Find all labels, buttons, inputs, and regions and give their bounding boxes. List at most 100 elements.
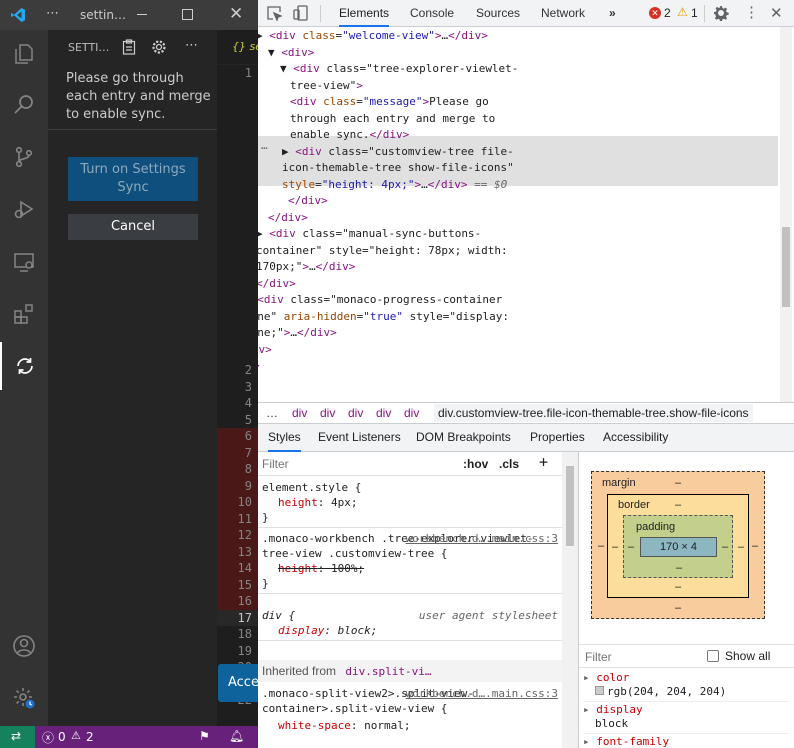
dom-node-line[interactable]: enable sync.</div> xyxy=(290,127,794,144)
dom-node-line[interactable]: done" aria-hidden="true" style="display: xyxy=(258,309,764,326)
remote-explorer-icon[interactable] xyxy=(0,238,48,286)
accounts-icon[interactable] xyxy=(0,622,48,670)
manage-gear-icon[interactable] xyxy=(0,674,48,722)
tab-elements[interactable]: Elements xyxy=(339,0,390,27)
devtools-warning-count[interactable]: 1 xyxy=(691,6,698,20)
expand-triangle-icon[interactable]: ▸ xyxy=(583,735,596,748)
dom-node-line[interactable]: </div> xyxy=(258,375,730,392)
error-icon[interactable]: ⓧ xyxy=(42,729,54,746)
content-box[interactable]: 170 × 4 xyxy=(640,537,717,557)
show-all-checkbox[interactable] xyxy=(707,650,719,662)
computed-filter-input[interactable] xyxy=(585,649,695,665)
node-ellipsis-icon[interactable]: … xyxy=(261,138,268,155)
dom-node-line[interactable]: ▶ <div class="customview-tree file- xyxy=(282,144,794,161)
show-all-label[interactable]: Show all xyxy=(725,649,770,663)
rule-property[interactable]: display: block; xyxy=(262,623,558,638)
breadcrumb-item[interactable]: div xyxy=(348,406,363,420)
hov-toggle[interactable]: :hov xyxy=(463,457,488,471)
subtab-event-listeners[interactable]: Event Listeners xyxy=(318,424,401,452)
sync-icon[interactable] xyxy=(0,342,48,390)
dom-node-line[interactable]: 170px;">…</div> xyxy=(258,259,776,276)
padding-box[interactable]: padding – – – 170 × 4 xyxy=(623,515,733,578)
remote-indicator[interactable]: ⇄ xyxy=(0,726,35,748)
dom-node-line[interactable]: style="height: 4px;">…</div> == $0 xyxy=(282,177,794,194)
more-icon[interactable]: ⋯ xyxy=(46,6,59,21)
dom-node-line[interactable]: </div> xyxy=(258,358,740,375)
run-debug-icon[interactable] xyxy=(0,185,48,233)
breadcrumb-item[interactable]: div xyxy=(320,406,335,420)
expand-triangle-icon[interactable]: ▸ xyxy=(583,703,596,716)
minimize-icon[interactable] xyxy=(137,14,147,15)
inspect-element-icon[interactable] xyxy=(267,6,283,24)
subtab-dom-breakpoints[interactable]: DOM Breakpoints xyxy=(416,424,511,452)
maximize-icon[interactable] xyxy=(182,9,193,20)
dom-node-line[interactable]: </div> xyxy=(258,342,752,359)
dom-node-line[interactable]: </div> xyxy=(288,193,794,210)
close-icon[interactable]: ✕ xyxy=(229,4,243,24)
border-box[interactable]: border – – – – padding – – – 170 × 4 xyxy=(607,494,749,598)
editor-tab[interactable]: {} se xyxy=(217,30,258,65)
device-toolbar-icon[interactable] xyxy=(293,5,309,24)
dom-node-line[interactable]: through each entry and merge to xyxy=(290,111,794,128)
rule-source-link[interactable]: user agent stylesheet xyxy=(419,608,558,623)
margin-box[interactable]: margin – – – – border – – – – padding – … xyxy=(591,471,765,619)
computed-property[interactable]: ▸ color rgb(204, 204, 204) xyxy=(583,671,789,702)
elements-scrollbar[interactable] xyxy=(780,27,792,402)
color-swatch[interactable] xyxy=(595,686,604,695)
subtab-accessibility[interactable]: Accessibility xyxy=(603,424,668,452)
styles-scroll-thumb[interactable] xyxy=(566,466,574,546)
more-actions-icon[interactable]: ⋯ xyxy=(185,38,198,53)
rule-source-link[interactable]: workbench.d….main.css:3 xyxy=(406,686,558,701)
warning-badge-icon[interactable]: ⚠ xyxy=(677,5,688,19)
dom-node-line[interactable]: </div> xyxy=(258,391,720,402)
extensions-icon[interactable] xyxy=(0,290,48,338)
rule-source-link[interactable]: workbench.d….main.css:3 xyxy=(406,531,558,546)
feedback-icon[interactable]: ⚑ xyxy=(199,729,210,743)
search-icon[interactable] xyxy=(0,80,48,128)
devtools-settings-gear-icon[interactable] xyxy=(713,5,729,24)
new-style-rule-icon[interactable]: + xyxy=(539,453,548,471)
warning-icon[interactable]: ⚠ xyxy=(71,729,81,742)
error-count[interactable]: 0 xyxy=(58,730,66,744)
breadcrumb-item[interactable]: div xyxy=(292,406,307,420)
dom-node-line[interactable]: container" style="height: 78px; width: xyxy=(258,243,776,260)
accept-button[interactable]: Accep xyxy=(218,664,258,702)
more-tabs-icon[interactable]: » xyxy=(609,0,616,27)
dom-node-line[interactable]: </div> xyxy=(268,210,788,227)
dom-node-line[interactable]: ▼ <div> xyxy=(268,45,788,62)
error-badge-icon[interactable]: ✕ xyxy=(649,7,661,19)
dom-node-line[interactable]: <div class="message">Please go xyxy=(290,94,794,111)
dom-node-line[interactable]: ▼ <div class="tree-explorer-viewlet- xyxy=(280,61,794,78)
tab-network[interactable]: Network xyxy=(541,0,585,27)
rule-property[interactable]: white-space: normal; xyxy=(262,718,558,733)
computed-property[interactable]: ▸ font-family xyxy=(583,735,789,748)
subtab-styles[interactable]: Styles xyxy=(268,424,301,452)
breadcrumb-item[interactable]: div xyxy=(376,406,391,420)
warning-count[interactable]: 2 xyxy=(86,730,94,744)
dom-node-line[interactable]: ▶ <div class="manual-sync-buttons- xyxy=(258,226,776,243)
dom-node-line[interactable]: </div> xyxy=(258,276,776,293)
turn-on-sync-button[interactable]: Turn on Settings Sync xyxy=(68,157,198,201)
inherited-from-link[interactable]: div.split-vi… xyxy=(345,665,431,678)
rule-property[interactable]: height: 4px; xyxy=(262,495,558,510)
clipboard-icon[interactable] xyxy=(122,39,136,59)
source-control-icon[interactable] xyxy=(0,133,48,181)
customize-menu-icon[interactable]: ⋮ xyxy=(744,3,759,21)
styles-filter-input[interactable] xyxy=(262,456,452,472)
settings-gear-icon[interactable] xyxy=(151,39,167,59)
breadcrumb-item[interactable]: div.customview-tree.file-icon-themable-t… xyxy=(434,404,753,422)
explorer-icon[interactable] xyxy=(0,30,48,78)
breadcrumb-item[interactable]: div xyxy=(404,406,419,420)
tab-sources[interactable]: Sources xyxy=(476,0,520,27)
subtab-properties[interactable]: Properties xyxy=(530,424,585,452)
breadcrumb-more[interactable]: … xyxy=(266,406,278,420)
dom-node-line[interactable]: ▶ <div class="monaco-progress-container xyxy=(258,292,764,309)
dom-node-line[interactable]: none;">…</div> xyxy=(258,325,764,342)
computed-property[interactable]: ▸ display block xyxy=(583,703,789,734)
dom-node-line[interactable]: ▶ <div class="welcome-view">…</div> xyxy=(258,28,776,45)
dom-node-line[interactable]: icon-themable-tree show-file-icons" xyxy=(282,160,794,177)
dom-node-line[interactable]: tree-view"> xyxy=(290,78,794,95)
devtools-error-count[interactable]: 2 xyxy=(664,6,671,20)
notifications-bell-icon[interactable]: 🔔︎ xyxy=(229,729,244,743)
rule-property[interactable]: height: 100%; xyxy=(262,561,558,576)
